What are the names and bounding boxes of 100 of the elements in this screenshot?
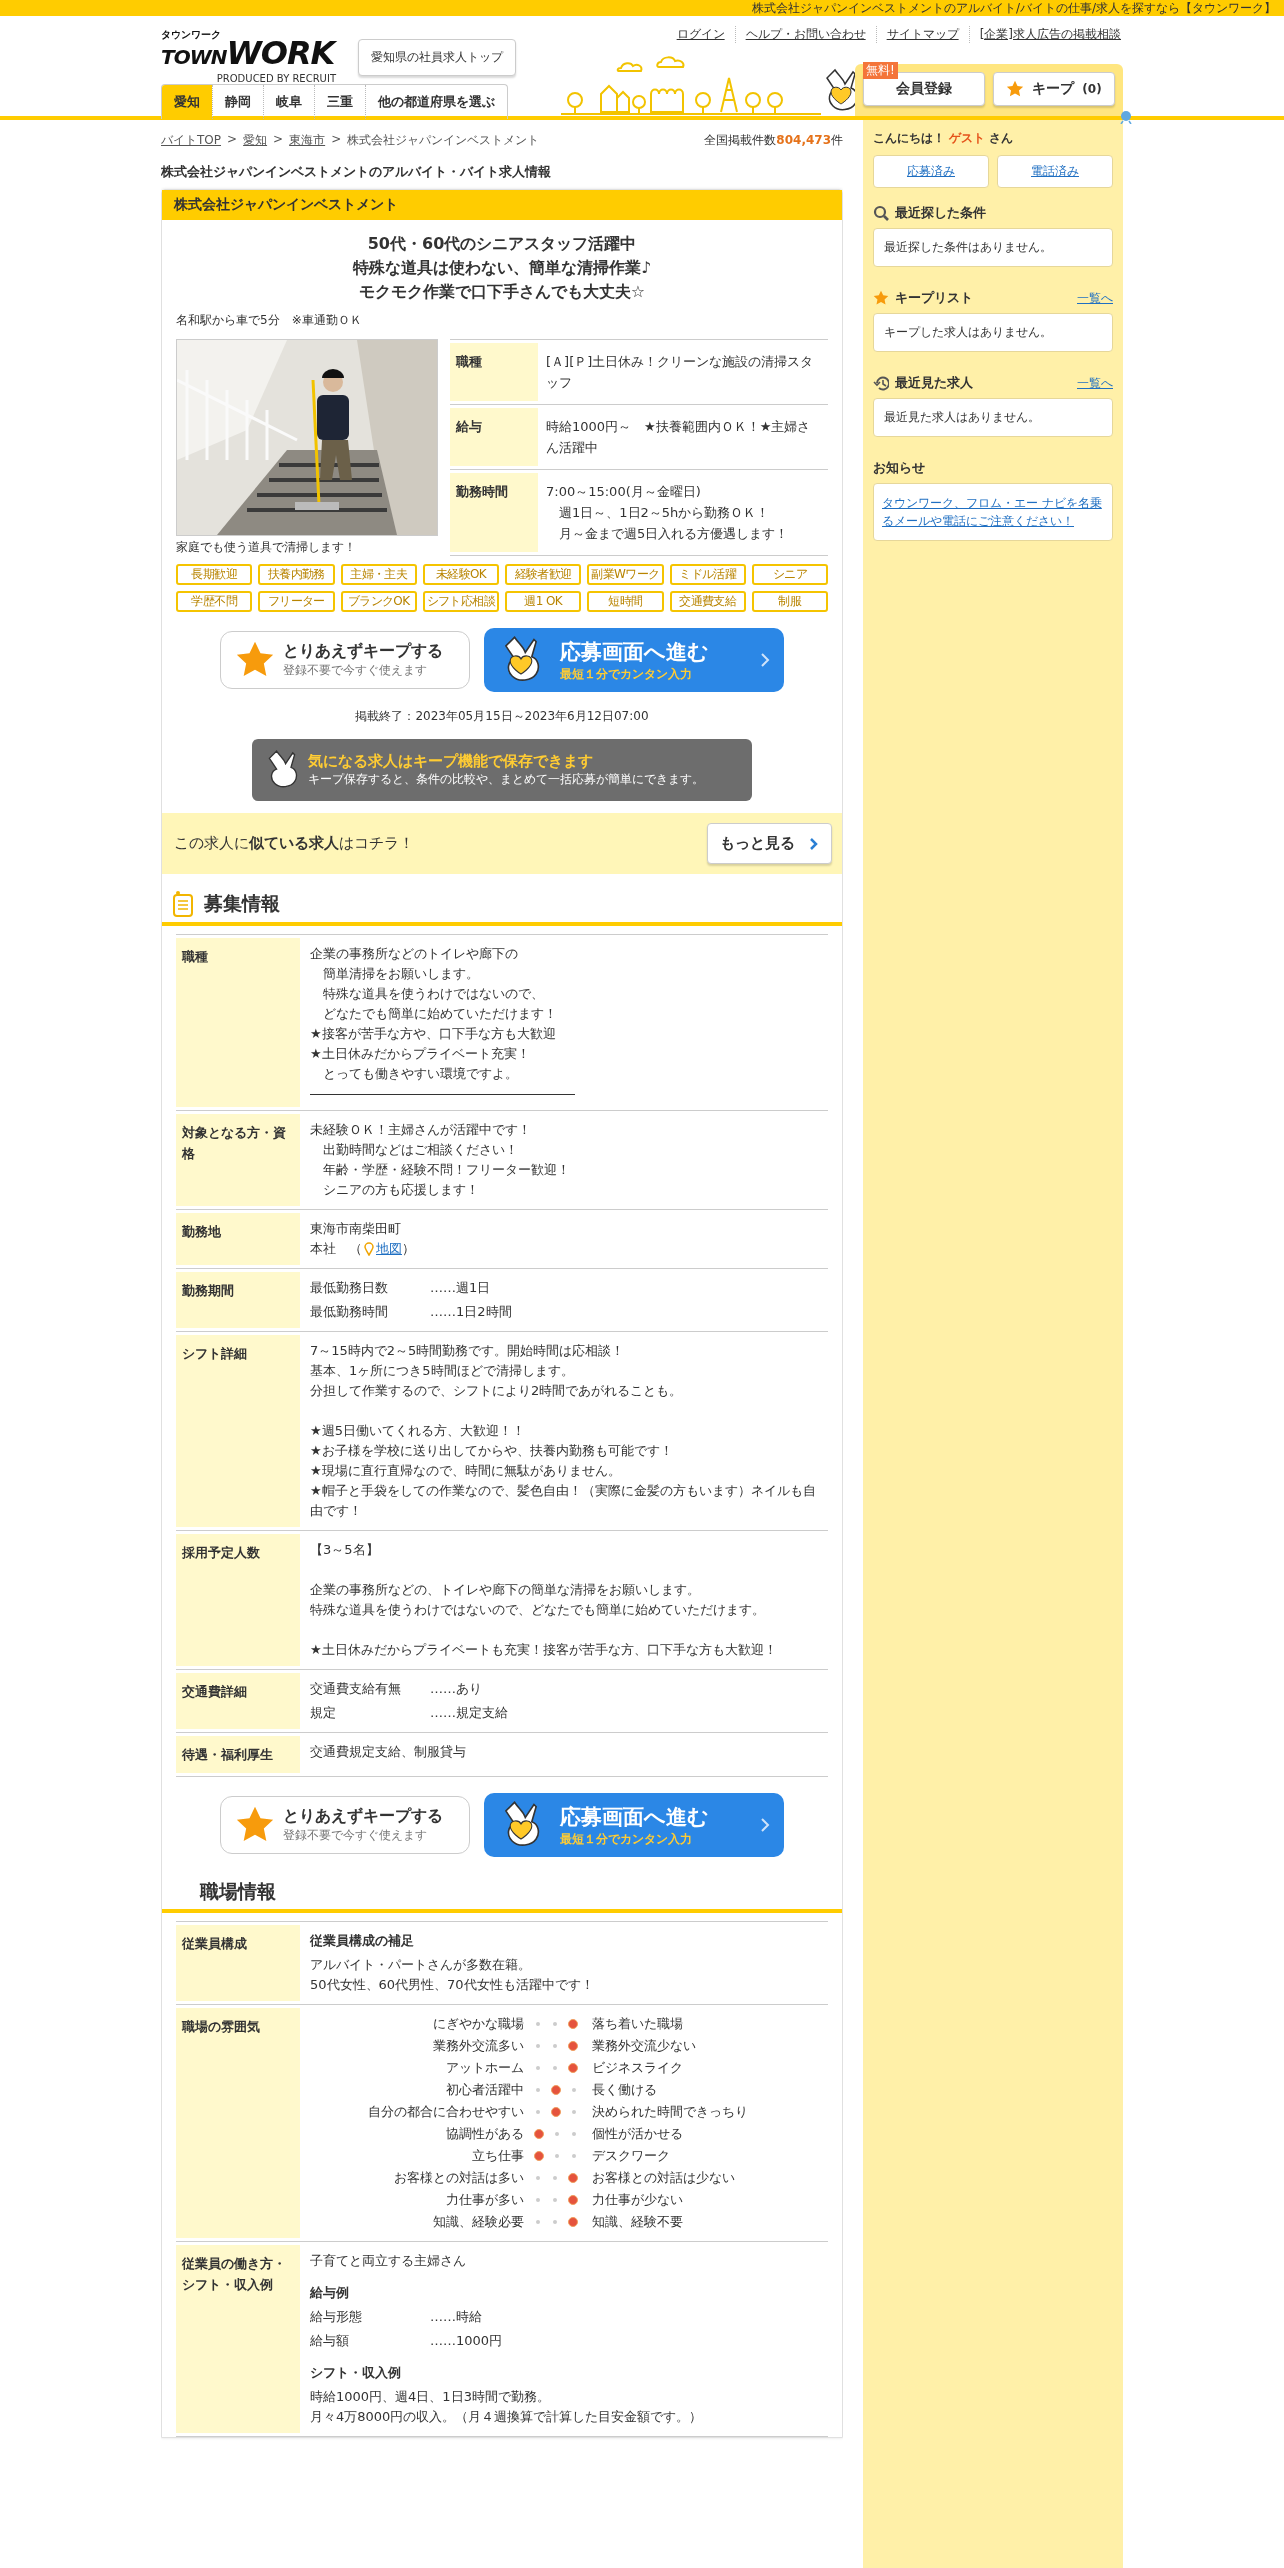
row-label: 対象となる方・資格 xyxy=(176,1114,300,1206)
apply-button[interactable]: 応募画面へ進む 最短１分でカンタン入力 xyxy=(484,1793,784,1857)
empty-message: 最近探した条件はありません。 xyxy=(873,228,1113,267)
detail-key: 給与額 xyxy=(310,2331,430,2351)
summary-label: 給与 xyxy=(450,408,538,466)
header-link[interactable]: [企業]求人広告の掲載相談 xyxy=(968,26,1123,43)
search-icon xyxy=(873,205,889,221)
detail-text: ★土日休みだからプライベートも充実！接客が苦手な方、口下手な方も大歓迎！ xyxy=(310,1641,778,1659)
detail-value: ……1000円 xyxy=(430,2332,503,2350)
row-label: シフト詳細 xyxy=(176,1335,300,1527)
section-title: 職場情報 xyxy=(200,1879,276,1904)
row-label: 従業員の働き方・シフト・収入例 xyxy=(176,2245,300,2433)
breadcrumb-item: 株式会社ジャパンインベストメント xyxy=(347,132,540,149)
feature-tag: 主婦・主夫 xyxy=(340,564,417,585)
view-all-link[interactable]: 一覧へ xyxy=(1077,289,1113,307)
section-title: 募集情報 xyxy=(204,891,280,916)
feature-tag: 交通費支給 xyxy=(669,591,746,612)
greeting-text: こんにちは！ ゲスト さん xyxy=(873,130,1015,147)
access-text: 名和駅から車で5分 ※車通勤ＯＫ xyxy=(176,312,363,329)
detail-key: 最低勤務時間 xyxy=(310,1302,430,1322)
detail-value: ……1日2時間 xyxy=(430,1303,512,1321)
tagline: 株式会社ジャパンインベストメントのアルバイト/バイトの仕事/求人を探すなら【タウンワーク】 xyxy=(751,0,1276,16)
listing-total: 全国掲載件数804,473件 xyxy=(704,132,843,149)
star-icon xyxy=(1006,80,1025,98)
feature-tag: 週1 OK xyxy=(505,591,582,612)
keep-button[interactable]: とりあえずキープする 登録不要で今すぐ使えます xyxy=(220,1796,470,1854)
scale-right-label: 力仕事が少ない xyxy=(591,2191,684,2209)
history-icon xyxy=(873,375,889,391)
scale-right-label: 長く働ける xyxy=(591,2081,658,2099)
detail-text: ★週5日働いてくれる方、大歓迎！！ ★お子様を学校に送り出してからや、扶養内勤務も可能です！ ★現場に直行直帰なので、時間に無駄がありません。 ★帽子と手袋をしての作業なので、髪色自由！（実際に金髪の方もいます）ネイルも自由です！ xyxy=(310,1422,817,1520)
empty-message: キープした求人はありません。 xyxy=(873,313,1113,352)
scale-right-label: デスクワーク xyxy=(591,2147,671,2165)
feature-tag: 学歴不問 xyxy=(176,591,253,612)
panel-title: 最近見た求人 xyxy=(895,374,974,392)
panel-title: キープリスト xyxy=(895,289,974,307)
bracket-text: ） xyxy=(402,1240,415,1258)
detail-text: アルバイト・パートさんが多数在籍。 50代女性、60代男性、70代女性も活躍中です！ xyxy=(310,1956,595,1994)
breadcrumb-item[interactable]: 愛知 xyxy=(243,132,268,149)
breadcrumb-item[interactable]: バイトTOP xyxy=(161,132,221,149)
feature-tag: シニア xyxy=(751,564,828,585)
feature-tag: 扶養内勤務 xyxy=(258,564,335,585)
header-link[interactable]: ログイン xyxy=(666,26,735,43)
row-label: 勤務地 xyxy=(176,1213,300,1265)
logo-byline: PRODUCED BY RECRUIT xyxy=(215,73,336,84)
apply-button[interactable]: 応募画面へ進む 最短１分でカンタン入力 xyxy=(484,628,784,692)
row-label: 職場の雰囲気 xyxy=(176,2008,300,2238)
summary-value: 7:00～15:00(月～金曜日) 週1日～、1日2～5hから勤務ＯＫ！ 月～金まで週5日入れる方優遇します！ xyxy=(545,483,790,543)
star-icon xyxy=(873,290,889,306)
see-more-button[interactable]: もっと見る xyxy=(707,823,832,864)
row-label: 勤務期間 xyxy=(176,1272,300,1328)
scale-right-label: 個性が活かせる xyxy=(591,2125,684,2143)
detail-value: ……週1日 xyxy=(430,1279,492,1297)
summary-label: 職種 xyxy=(450,343,538,401)
similar-jobs-text: この求人に似ている求人はコチラ！ xyxy=(174,834,414,853)
keep-button[interactable]: とりあえずキープする 登録不要で今すぐ使えます xyxy=(220,631,470,689)
employee-top-button[interactable]: 愛知県の社員求人トップ xyxy=(358,38,516,76)
header-link[interactable]: サイトマップ xyxy=(875,26,969,43)
breadcrumb-separator: > xyxy=(273,132,284,148)
scale-right-label: お客様との対話は少ない xyxy=(591,2169,736,2187)
company-header: 株式会社ジャパンインベストメント xyxy=(162,190,842,220)
detail-value: ……時給 xyxy=(430,2308,483,2326)
feature-tag: ブランクOK xyxy=(340,591,417,612)
row-label: 職種 xyxy=(176,938,300,1107)
panel-title: 最近探した条件 xyxy=(895,204,987,222)
summary-label: 勤務時間 xyxy=(450,473,538,552)
bird-icon xyxy=(1119,110,1133,124)
address-text: 東海市南柴田町 xyxy=(310,1220,402,1238)
scale-right-label: 知識、経験不要 xyxy=(591,2213,684,2231)
detail-key: 規定 xyxy=(310,1703,430,1723)
breadcrumb-item[interactable]: 東海市 xyxy=(289,132,326,149)
detail-key: 交通費支給有無 xyxy=(310,1679,430,1699)
history-link[interactable]: 応募済み xyxy=(873,155,989,188)
scale-right-label: 決められた時間できっちり xyxy=(591,2103,749,2121)
scale-left-label: 力仕事が多い xyxy=(445,2191,525,2209)
job-headline: 50代・60代のシニアスタッフ活躍中 特殊な道具は使わない、簡単な清掃作業♪ モクモク作業で口下手さんでも大丈夫☆ xyxy=(351,233,653,303)
scale-left-label: 業務外交流多い xyxy=(432,2037,525,2055)
keep-list-button[interactable]: キープ (0) xyxy=(993,72,1115,106)
office-text: 本社 （ xyxy=(310,1240,362,1258)
prefecture-tab[interactable]: 愛知 xyxy=(162,85,212,119)
scale-right-label: 落ち着いた職場 xyxy=(591,2015,684,2033)
header-link[interactable]: ヘルプ・お問い合わせ xyxy=(734,26,876,43)
history-link[interactable]: 電話済み xyxy=(997,155,1113,188)
feature-tag: 未経験OK xyxy=(422,564,499,585)
breadcrumb-separator: > xyxy=(227,132,238,148)
detail-text: 時給1000円、週4日、1日3時間で勤務。 月々4万8000円の収入。（月４週換算で計算した目安金額です。） xyxy=(310,2388,704,2426)
detail-text: 交通費規定支給、制服貸与 xyxy=(310,1743,467,1761)
feature-tag: シフト応相談 xyxy=(422,591,499,612)
feature-tag: 長期歓迎 xyxy=(176,564,253,585)
detail-text: 子育てと両立する主婦さん xyxy=(310,2252,467,2270)
row-label: 従業員構成 xyxy=(176,1925,300,2001)
banner-title: 気になる求人はキープ機能で保存できます xyxy=(308,752,594,771)
row-label: 交通費詳細 xyxy=(176,1673,300,1729)
page-title: 株式会社ジャパンインベストメントのアルバイト・バイト求人情報 xyxy=(161,163,552,181)
row-label: 待遇・福利厚生 xyxy=(176,1736,300,1773)
scale-left-label: 協調性がある xyxy=(445,2125,525,2143)
map-link[interactable]: 地図 xyxy=(376,1239,402,1259)
detail-text: 企業の事務所などのトイレや廊下の 簡単清掃をお願いします。 特殊な道具を使うわけではないので、 どなたでも簡単に始めていただけます！ ★接客が苦手な方や、口下手な方も大歓迎 ★土日休みだからプライベート充実！ とっても働きやすい環境ですよ。 xyxy=(310,945,558,1083)
detail-key: 給与形態 xyxy=(310,2307,430,2327)
view-all-link[interactable]: 一覧へ xyxy=(1077,374,1113,392)
feature-tag: 制服 xyxy=(751,591,828,612)
